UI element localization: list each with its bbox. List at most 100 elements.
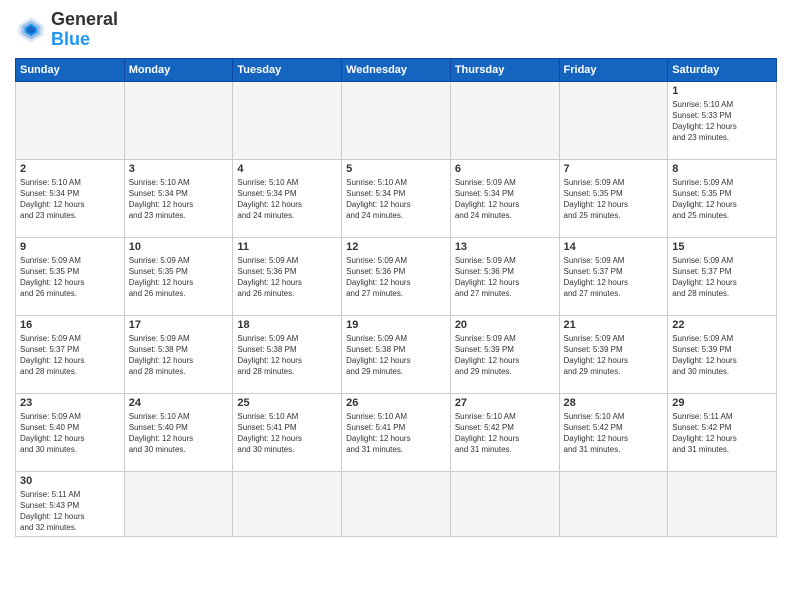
calendar-cell: 2 Sunrise: 5:10 AM Sunset: 5:34 PM Daylig…: [16, 159, 125, 237]
day-number: 18: [237, 319, 337, 331]
calendar-cell: 28Sunrise: 5:10 AM Sunset: 5:42 PM Dayli…: [559, 393, 668, 471]
day-number: 25: [237, 397, 337, 409]
day-number: 11: [237, 241, 337, 253]
weekday-header-tuesday: Tuesday: [233, 58, 342, 81]
calendar-cell: 25 Sunrise: 5:10 AM Sunset: 5:41 PM Dayli…: [233, 393, 342, 471]
calendar-cell: 6 Sunrise: 5:09 AM Sunset: 5:34 PM Daylig…: [450, 159, 559, 237]
calendar-cell: [342, 81, 451, 159]
day-info: Sunrise: 5:09 AM Sunset: 5:37 PM Dayligh…: [672, 255, 772, 300]
day-info: Sunrise: 5:10 AM Sunset: 5:34 PM Dayligh…: [237, 177, 337, 222]
calendar-cell: 21Sunrise: 5:09 AM Sunset: 5:39 PM Dayli…: [559, 315, 668, 393]
day-info: Sunrise: 5:10 AM Sunset: 5:34 PM Dayligh…: [346, 177, 446, 222]
day-info: Sunrise: 5:09 AM Sunset: 5:36 PM Dayligh…: [237, 255, 337, 300]
logo-text: General Blue: [51, 10, 118, 50]
header: General Blue: [15, 10, 777, 50]
calendar-cell: [124, 81, 233, 159]
day-number: 16: [20, 319, 120, 331]
calendar-table: SundayMondayTuesdayWednesdayThursdayFrid…: [15, 58, 777, 538]
logo-blue: Blue: [51, 29, 90, 49]
day-number: 23: [20, 397, 120, 409]
calendar-cell: 30Sunrise: 5:11 AM Sunset: 5:43 PM Dayli…: [16, 471, 125, 537]
calendar-cell: 18 Sunrise: 5:09 AM Sunset: 5:38 PM Dayli…: [233, 315, 342, 393]
calendar-cell: 7Sunrise: 5:09 AM Sunset: 5:35 PM Daylig…: [559, 159, 668, 237]
day-number: 21: [564, 319, 664, 331]
day-info: Sunrise: 5:09 AM Sunset: 5:37 PM Dayligh…: [20, 333, 120, 378]
weekday-header-wednesday: Wednesday: [342, 58, 451, 81]
day-info: Sunrise: 5:09 AM Sunset: 5:38 PM Dayligh…: [237, 333, 337, 378]
day-number: 29: [672, 397, 772, 409]
calendar-cell: 29 Sunrise: 5:11 AM Sunset: 5:42 PM Dayli…: [668, 393, 777, 471]
day-number: 9: [20, 241, 120, 253]
day-info: Sunrise: 5:10 AM Sunset: 5:40 PM Dayligh…: [129, 411, 229, 456]
calendar-cell: [450, 471, 559, 537]
day-number: 13: [455, 241, 555, 253]
calendar-cell: 22Sunrise: 5:09 AM Sunset: 5:39 PM Dayli…: [668, 315, 777, 393]
day-info: Sunrise: 5:09 AM Sunset: 5:36 PM Dayligh…: [346, 255, 446, 300]
calendar-cell: [233, 81, 342, 159]
calendar-week-row: 16 Sunrise: 5:09 AM Sunset: 5:37 PM Dayli…: [16, 315, 777, 393]
day-info: Sunrise: 5:09 AM Sunset: 5:37 PM Dayligh…: [564, 255, 664, 300]
calendar-week-row: 9 Sunrise: 5:09 AM Sunset: 5:35 PM Daylig…: [16, 237, 777, 315]
calendar-cell: 16 Sunrise: 5:09 AM Sunset: 5:37 PM Dayli…: [16, 315, 125, 393]
day-number: 24: [129, 397, 229, 409]
day-number: 19: [346, 319, 446, 331]
day-info: Sunrise: 5:09 AM Sunset: 5:35 PM Dayligh…: [129, 255, 229, 300]
day-info: Sunrise: 5:09 AM Sunset: 5:36 PM Dayligh…: [455, 255, 555, 300]
calendar-cell: 12 Sunrise: 5:09 AM Sunset: 5:36 PM Dayli…: [342, 237, 451, 315]
day-info: Sunrise: 5:09 AM Sunset: 5:38 PM Dayligh…: [129, 333, 229, 378]
day-number: 6: [455, 163, 555, 175]
calendar-cell: 20 Sunrise: 5:09 AM Sunset: 5:39 PM Dayli…: [450, 315, 559, 393]
day-number: 3: [129, 163, 229, 175]
day-number: 14: [564, 241, 664, 253]
day-number: 20: [455, 319, 555, 331]
day-info: Sunrise: 5:10 AM Sunset: 5:42 PM Dayligh…: [564, 411, 664, 456]
day-number: 10: [129, 241, 229, 253]
calendar-cell: [559, 81, 668, 159]
calendar-cell: 24 Sunrise: 5:10 AM Sunset: 5:40 PM Dayli…: [124, 393, 233, 471]
calendar-cell: [124, 471, 233, 537]
calendar-cell: 13 Sunrise: 5:09 AM Sunset: 5:36 PM Dayli…: [450, 237, 559, 315]
day-info: Sunrise: 5:09 AM Sunset: 5:34 PM Dayligh…: [455, 177, 555, 222]
day-info: Sunrise: 5:10 AM Sunset: 5:41 PM Dayligh…: [237, 411, 337, 456]
calendar-cell: [450, 81, 559, 159]
calendar-cell: 3 Sunrise: 5:10 AM Sunset: 5:34 PM Daylig…: [124, 159, 233, 237]
day-info: Sunrise: 5:09 AM Sunset: 5:40 PM Dayligh…: [20, 411, 120, 456]
day-number: 1: [672, 85, 772, 97]
calendar-cell: 10 Sunrise: 5:09 AM Sunset: 5:35 PM Dayli…: [124, 237, 233, 315]
calendar-cell: 4Sunrise: 5:10 AM Sunset: 5:34 PM Daylig…: [233, 159, 342, 237]
calendar-week-row: 30Sunrise: 5:11 AM Sunset: 5:43 PM Dayli…: [16, 471, 777, 537]
day-info: Sunrise: 5:09 AM Sunset: 5:35 PM Dayligh…: [564, 177, 664, 222]
weekday-header-friday: Friday: [559, 58, 668, 81]
day-info: Sunrise: 5:10 AM Sunset: 5:34 PM Dayligh…: [20, 177, 120, 222]
calendar-week-row: 2 Sunrise: 5:10 AM Sunset: 5:34 PM Daylig…: [16, 159, 777, 237]
calendar-cell: 15 Sunrise: 5:09 AM Sunset: 5:37 PM Dayli…: [668, 237, 777, 315]
weekday-header-thursday: Thursday: [450, 58, 559, 81]
calendar-cell: 14 Sunrise: 5:09 AM Sunset: 5:37 PM Dayli…: [559, 237, 668, 315]
day-number: 15: [672, 241, 772, 253]
day-info: Sunrise: 5:09 AM Sunset: 5:39 PM Dayligh…: [455, 333, 555, 378]
calendar-cell: [342, 471, 451, 537]
day-number: 5: [346, 163, 446, 175]
weekday-header-sunday: Sunday: [16, 58, 125, 81]
day-number: 27: [455, 397, 555, 409]
calendar-cell: [16, 81, 125, 159]
day-number: 26: [346, 397, 446, 409]
calendar-week-row: 23 Sunrise: 5:09 AM Sunset: 5:40 PM Dayli…: [16, 393, 777, 471]
day-number: 12: [346, 241, 446, 253]
calendar-cell: [233, 471, 342, 537]
day-info: Sunrise: 5:11 AM Sunset: 5:42 PM Dayligh…: [672, 411, 772, 456]
calendar-cell: 8Sunrise: 5:09 AM Sunset: 5:35 PM Daylig…: [668, 159, 777, 237]
calendar-page: General Blue SundayMondayTuesdayWednesda…: [0, 0, 792, 612]
day-number: 2: [20, 163, 120, 175]
weekday-header-row: SundayMondayTuesdayWednesdayThursdayFrid…: [16, 58, 777, 81]
calendar-cell: [668, 471, 777, 537]
day-info: Sunrise: 5:10 AM Sunset: 5:33 PM Dayligh…: [672, 99, 772, 144]
logo: General Blue: [15, 10, 118, 50]
calendar-cell: 11 Sunrise: 5:09 AM Sunset: 5:36 PM Dayli…: [233, 237, 342, 315]
logo-general: General: [51, 9, 118, 29]
day-info: Sunrise: 5:10 AM Sunset: 5:34 PM Dayligh…: [129, 177, 229, 222]
calendar-cell: 5 Sunrise: 5:10 AM Sunset: 5:34 PM Daylig…: [342, 159, 451, 237]
weekday-header-monday: Monday: [124, 58, 233, 81]
day-info: Sunrise: 5:10 AM Sunset: 5:42 PM Dayligh…: [455, 411, 555, 456]
calendar-cell: 27 Sunrise: 5:10 AM Sunset: 5:42 PM Dayli…: [450, 393, 559, 471]
